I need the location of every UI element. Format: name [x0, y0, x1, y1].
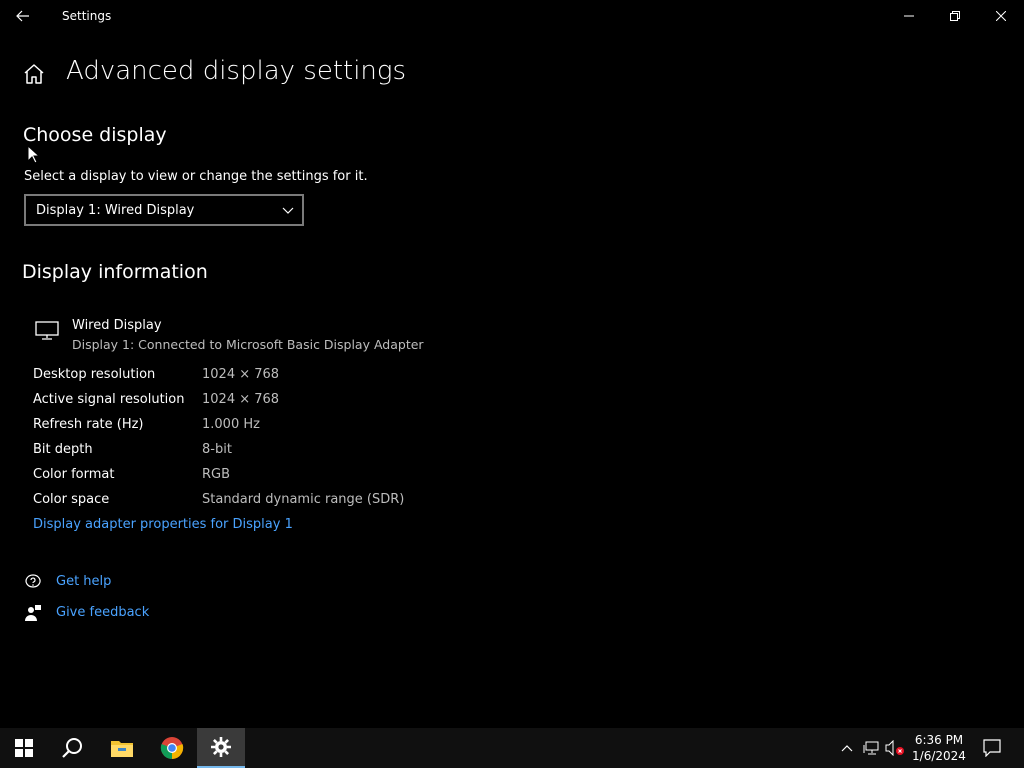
clock-date: 1/6/2024 [912, 749, 966, 763]
info-row-refresh-rate: Refresh rate (Hz) 1.000 Hz [33, 417, 433, 439]
display-adapter-properties-link[interactable]: Display adapter properties for Display 1 [33, 517, 293, 532]
device-subtitle: Display 1: Connected to Microsoft Basic … [72, 337, 424, 352]
give-feedback-icon [25, 605, 41, 621]
page-title: Advanced display settings [66, 56, 407, 86]
get-help-link[interactable]: Get help [56, 574, 111, 589]
minimize-icon [904, 15, 914, 17]
settings-button[interactable] [197, 728, 245, 768]
action-center-button[interactable] [974, 728, 1010, 768]
info-label: Desktop resolution [33, 367, 156, 382]
volume-muted-icon [885, 740, 904, 756]
device-name: Wired Display [72, 318, 162, 333]
info-row-color-space: Color space Standard dynamic range (SDR) [33, 492, 433, 514]
info-label: Bit depth [33, 442, 93, 457]
close-button[interactable] [978, 0, 1024, 32]
restore-icon [950, 11, 960, 21]
back-arrow-icon [16, 10, 29, 22]
info-label: Refresh rate (Hz) [33, 417, 144, 432]
notification-icon [983, 739, 1001, 757]
display-select-dropdown[interactable]: Display 1: Wired Display [24, 194, 304, 226]
file-explorer-icon [111, 741, 133, 757]
taskbar-clock[interactable]: 6:36 PM 1/6/2024 [910, 732, 968, 764]
info-value: Standard dynamic range (SDR) [202, 492, 405, 507]
monitor-icon [35, 321, 59, 340]
title-bar: Settings [0, 0, 1024, 32]
info-value: 1.000 Hz [202, 417, 260, 432]
settings-icon [211, 737, 231, 757]
volume-button[interactable] [883, 728, 907, 768]
info-label: Color space [33, 492, 110, 507]
file-explorer-button[interactable] [98, 728, 146, 768]
info-value: 1024 × 768 [202, 392, 280, 407]
network-icon [863, 741, 879, 755]
chevron-up-icon [841, 745, 853, 752]
network-button[interactable] [859, 728, 883, 768]
chrome-icon [160, 737, 184, 759]
chrome-button[interactable] [148, 728, 196, 768]
search-button[interactable] [48, 728, 96, 768]
back-button[interactable] [0, 0, 46, 32]
clock-time: 6:36 PM [914, 733, 964, 747]
display-select-value: Display 1: Wired Display [36, 203, 195, 218]
restore-button[interactable] [932, 0, 978, 32]
app-title: Settings [62, 9, 112, 23]
taskbar: 6:36 PM 1/6/2024 [0, 728, 1024, 768]
info-label: Color format [33, 467, 115, 482]
info-row-bit-depth: Bit depth 8-bit [33, 442, 433, 464]
choose-display-heading: Choose display [23, 124, 167, 146]
search-icon [62, 738, 82, 758]
info-row-desktop-resolution: Desktop resolution 1024 × 768 [33, 367, 433, 389]
info-label: Active signal resolution [33, 392, 185, 407]
display-information-heading: Display information [22, 261, 208, 283]
info-row-color-format: Color format RGB [33, 467, 433, 489]
chevron-down-icon [282, 207, 294, 214]
info-value: 8-bit [202, 442, 232, 457]
minimize-button[interactable] [886, 0, 932, 32]
mouse-cursor-icon [27, 145, 39, 164]
give-feedback-link[interactable]: Give feedback [56, 605, 149, 620]
choose-display-description: Select a display to view or change the s… [24, 169, 368, 184]
start-icon [15, 739, 33, 757]
get-help-icon [25, 574, 41, 588]
info-value: RGB [202, 467, 231, 482]
show-hidden-icons-button[interactable] [835, 728, 859, 768]
close-icon [996, 11, 1006, 21]
info-value: 1024 × 768 [202, 367, 280, 382]
home-icon[interactable] [22, 62, 46, 86]
info-row-active-signal-resolution: Active signal resolution 1024 × 768 [33, 392, 433, 414]
start-button[interactable] [0, 728, 48, 768]
